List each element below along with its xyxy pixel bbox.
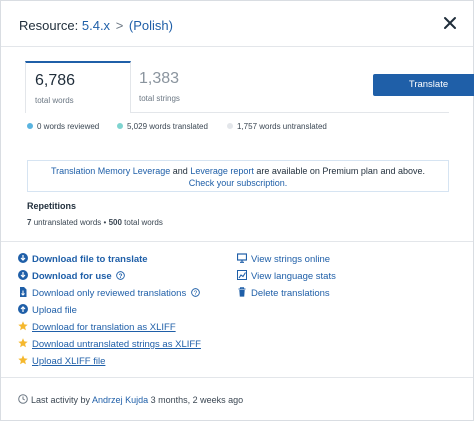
tab-total-strings[interactable]: 1,383 total strings bbox=[131, 61, 241, 113]
delete-translations-label: Delete translations bbox=[251, 288, 330, 299]
download-untranslated-xliff-label: Download untranslated strings as XLIFF bbox=[32, 339, 201, 350]
view-strings-online-label: View strings online bbox=[251, 254, 331, 265]
last-activity-time: 3 months, 2 weeks ago bbox=[150, 395, 244, 405]
file-download-icon bbox=[20, 287, 27, 297]
download-reviewed-label: Download only reviewed translations bbox=[32, 288, 187, 299]
tab-total-words[interactable]: 6,786 total words bbox=[25, 61, 131, 113]
upload-file-label: Upload file bbox=[32, 305, 77, 316]
leverage-report-link[interactable]: Leverage report bbox=[190, 166, 254, 176]
stats-panel: 6,786 total words 1,383 total strings Tr… bbox=[25, 61, 474, 113]
legend-untranslated-text: 1,757 words untranslated bbox=[237, 122, 327, 131]
delete-translations-link[interactable]: Delete translations bbox=[237, 287, 330, 300]
notice-and: and bbox=[172, 166, 188, 176]
resource-link[interactable]: 5.4.x bbox=[82, 18, 110, 33]
download-xliff-label: Download for translation as XLIFF bbox=[32, 322, 176, 333]
view-language-stats-link[interactable]: View language stats bbox=[237, 270, 336, 283]
modal-header: Resource: 5.4.x > (Polish) bbox=[1, 1, 473, 47]
close-icon[interactable] bbox=[441, 14, 459, 32]
bullet-separator: • bbox=[103, 218, 107, 227]
resource-modal: Resource: 5.4.x > (Polish) 6,786 total w… bbox=[0, 0, 474, 421]
help-icon[interactable]: ? bbox=[116, 271, 126, 280]
download-icon bbox=[18, 270, 28, 280]
repetitions-title: Repetitions bbox=[27, 201, 77, 211]
repetitions-summary: 7 untranslated words • 500 total words bbox=[27, 218, 163, 227]
total-label: total words bbox=[124, 218, 163, 227]
untranslated-dot bbox=[227, 123, 233, 129]
notice-text: are available on Premium plan and above. bbox=[256, 166, 425, 176]
translate-button[interactable]: Translate bbox=[373, 74, 474, 96]
legend-untranslated: 1,757 words untranslated bbox=[227, 122, 327, 131]
clock-icon bbox=[18, 394, 28, 404]
footer-divider bbox=[1, 377, 473, 378]
legend-translated-text: 5,029 words translated bbox=[127, 122, 208, 131]
last-activity-user-link[interactable]: Andrzej Kujda bbox=[92, 395, 148, 405]
last-activity-prefix: Last activity by bbox=[31, 395, 91, 405]
download-file-to-translate-label: Download file to translate bbox=[32, 254, 148, 265]
download-for-use-label: Download for use bbox=[32, 271, 112, 282]
svg-text:?: ? bbox=[119, 273, 123, 280]
star-icon bbox=[18, 355, 28, 365]
check-subscription-link[interactable]: Check your subscription. bbox=[189, 178, 288, 188]
modal-title: Resource: 5.4.x > (Polish) bbox=[19, 18, 173, 33]
upload-file-link[interactable]: Upload file bbox=[18, 304, 77, 317]
star-icon bbox=[18, 321, 28, 331]
upload-icon bbox=[18, 304, 28, 314]
untranslated-count: 7 bbox=[27, 218, 32, 227]
upload-xliff-label: Upload XLIFF file bbox=[32, 356, 106, 367]
last-activity: Last activity by Andrzej Kujda 3 months,… bbox=[18, 394, 243, 405]
legend-reviewed: 0 words reviewed bbox=[27, 122, 99, 131]
download-icon bbox=[18, 253, 28, 263]
upload-xliff-link[interactable]: Upload XLIFF file bbox=[18, 355, 105, 368]
svg-text:?: ? bbox=[194, 290, 198, 297]
total-strings-label: total strings bbox=[139, 94, 180, 103]
help-icon[interactable]: ? bbox=[191, 288, 200, 297]
legend-reviewed-text: 0 words reviewed bbox=[37, 122, 100, 131]
trash-icon bbox=[238, 287, 246, 297]
download-xliff-link[interactable]: Download for translation as XLIFF bbox=[18, 321, 176, 334]
monitor-icon bbox=[237, 253, 247, 263]
reviewed-dot bbox=[27, 123, 33, 129]
chart-icon bbox=[237, 270, 247, 280]
tm-leverage-link[interactable]: Translation Memory Leverage bbox=[51, 166, 170, 176]
download-untranslated-xliff-link[interactable]: Download untranslated strings as XLIFF bbox=[18, 338, 201, 351]
breadcrumb-separator: > bbox=[115, 18, 124, 33]
total-words-label: total words bbox=[35, 96, 74, 105]
total-count: 500 bbox=[108, 218, 122, 227]
view-strings-online-link[interactable]: View strings online bbox=[237, 253, 330, 266]
download-for-use-link[interactable]: Download for use ? bbox=[18, 270, 126, 283]
download-reviewed-link[interactable]: Download only reviewed translations ? bbox=[18, 287, 200, 300]
premium-notice: Translation Memory Leverage and Leverage… bbox=[27, 160, 449, 192]
section-divider bbox=[1, 241, 473, 242]
view-language-stats-label: View language stats bbox=[251, 271, 336, 282]
title-prefix: Resource: bbox=[19, 18, 79, 33]
language-link[interactable]: (Polish) bbox=[129, 18, 173, 33]
translated-dot bbox=[117, 123, 123, 129]
progress-legend: 0 words reviewed 5,029 words translated … bbox=[27, 122, 447, 134]
untranslated-label: untranslated words bbox=[33, 218, 102, 227]
download-file-to-translate-link[interactable]: Download file to translate bbox=[18, 253, 148, 266]
total-strings-value: 1,383 bbox=[139, 70, 180, 87]
tabs-divider bbox=[241, 112, 449, 113]
legend-translated: 5,029 words translated bbox=[117, 122, 208, 131]
total-words-value: 6,786 bbox=[35, 72, 76, 89]
star-icon bbox=[18, 338, 28, 348]
